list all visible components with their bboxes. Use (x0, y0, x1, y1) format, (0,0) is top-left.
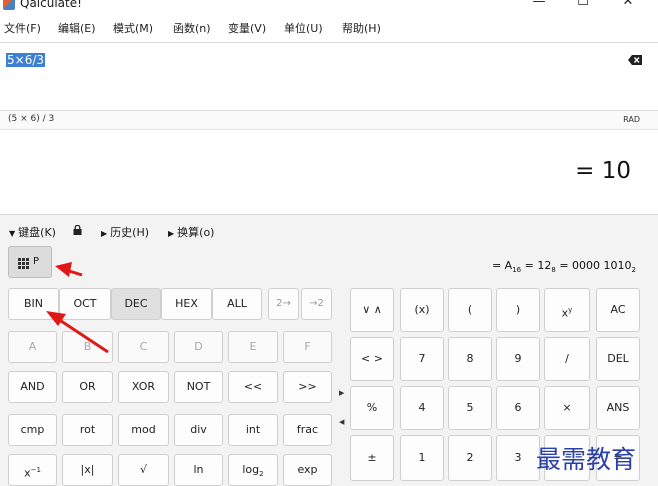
int-button[interactable]: int (228, 414, 278, 446)
digit-2-button[interactable]: 2 (448, 435, 492, 481)
digit-4-button[interactable]: 4 (400, 386, 444, 430)
expression-input[interactable]: 5×6/3 (6, 53, 46, 67)
history-toggle-label: 历史(H) (110, 226, 150, 239)
digit-8-button[interactable]: 8 (448, 337, 492, 381)
mod-button[interactable]: mod (118, 414, 169, 446)
chevron-down-icon: ∨ (362, 303, 371, 316)
triangle-down-icon: ▼ (9, 229, 16, 238)
hex-button[interactable]: HEX (161, 288, 212, 320)
watermark: 最需教育 (536, 445, 637, 474)
all-clear-button[interactable]: AC (596, 288, 640, 332)
log2-button[interactable]: log2 (228, 454, 278, 486)
open-paren-button[interactable]: ( (448, 288, 492, 332)
cursor-nav-button[interactable]: < > (350, 337, 394, 381)
exp-button[interactable]: exp (283, 454, 332, 486)
not-button[interactable]: NOT (174, 371, 223, 403)
chevron-left-icon: < (361, 352, 371, 365)
expression-entry[interactable]: 5×6/3 (0, 42, 658, 112)
base-conversion-readout: = A16 = 128 = 0000 10102 (491, 259, 636, 275)
close-button[interactable]: ✕ (613, 0, 643, 12)
title-bar: Qalculate! — ☐ ✕ (0, 0, 658, 12)
percent-button[interactable]: % (350, 386, 394, 430)
triangle-right-icon: ▶ (101, 229, 108, 238)
expand-left-icon[interactable]: ◀ (339, 418, 344, 426)
maximize-button[interactable]: ☐ (568, 0, 598, 12)
digit-5-button[interactable]: 5 (448, 386, 492, 430)
window-title: Qalculate! (20, 0, 82, 10)
menu-mode[interactable]: 模式(M) (113, 22, 153, 36)
expand-right-icon[interactable]: ▶ (339, 389, 344, 397)
plus-minus-button[interactable]: ± (350, 435, 394, 481)
lock-icon[interactable] (73, 225, 82, 235)
to-binary-button[interactable]: 2→ (268, 288, 299, 320)
divide-button[interactable]: ∕ (544, 337, 590, 381)
parsed-expression: (5 × 6) / 3 (8, 114, 55, 124)
menu-help[interactable]: 帮助(H) (342, 22, 381, 36)
reciprocal-button[interactable]: x−1 (8, 454, 57, 486)
menu-functions[interactable]: 函数(n) (173, 22, 211, 36)
hex-digit-d[interactable]: D (174, 331, 223, 363)
oct-button[interactable]: OCT (59, 288, 111, 320)
from-binary-button[interactable]: →2 (301, 288, 332, 320)
programming-keypad-button[interactable]: P (8, 246, 52, 278)
history-nav-button[interactable]: ∨ ∧ (350, 288, 394, 332)
conversion-toggle[interactable]: ▶ 换算(o) (168, 224, 214, 240)
bin-button[interactable]: BIN (8, 288, 59, 320)
triangle-right-icon: ▶ (168, 229, 175, 238)
multiply-button[interactable]: × (544, 386, 590, 430)
digit-3-button[interactable]: 3 (496, 435, 540, 481)
all-button[interactable]: ALL (212, 288, 262, 320)
cmp-button[interactable]: cmp (8, 414, 57, 446)
or-button[interactable]: OR (62, 371, 113, 403)
ln-button[interactable]: ln (174, 454, 223, 486)
history-toggle[interactable]: ▶ 历史(H) (101, 224, 149, 240)
hex-digit-b[interactable]: B (62, 331, 113, 363)
delete-button[interactable]: DEL (596, 337, 640, 381)
keyboard-toggle-label: 键盘(K) (18, 226, 56, 239)
keypad-grid-icon (18, 258, 29, 269)
backspace-icon[interactable] (628, 55, 642, 65)
digit-1-button[interactable]: 1 (400, 435, 444, 481)
shift-right-button[interactable]: >> (283, 371, 332, 403)
angle-mode-indicator[interactable]: RAD (623, 115, 640, 124)
close-paren-button[interactable]: ) (496, 288, 540, 332)
shift-left-button[interactable]: << (228, 371, 278, 403)
app-icon (3, 0, 15, 10)
dec-button[interactable]: DEC (111, 288, 161, 320)
hex-digit-f[interactable]: F (283, 331, 332, 363)
div-button[interactable]: div (174, 414, 223, 446)
menu-file[interactable]: 文件(F) (4, 22, 41, 36)
rot-button[interactable]: rot (62, 414, 113, 446)
menu-bar: 文件(F) 编辑(E) 模式(M) 函数(n) 变量(V) 单位(U) 帮助(H… (0, 16, 658, 42)
answer-button[interactable]: ANS (596, 386, 640, 430)
digit-6-button[interactable]: 6 (496, 386, 540, 430)
status-bar: (5 × 6) / 3 RAD (0, 110, 658, 130)
power-button[interactable]: xy (544, 288, 590, 332)
menu-variables[interactable]: 变量(V) (228, 22, 266, 36)
minimize-button[interactable]: — (524, 0, 554, 12)
menu-units[interactable]: 单位(U) (284, 22, 323, 36)
hex-digit-e[interactable]: E (228, 331, 278, 363)
chevron-right-icon: > (373, 352, 383, 365)
digit-7-button[interactable]: 7 (400, 337, 444, 381)
conversion-toggle-label: 换算(o) (177, 226, 215, 239)
frac-button[interactable]: frac (283, 414, 332, 446)
chevron-up-icon: ∧ (373, 303, 382, 316)
abs-button[interactable]: |x| (62, 454, 113, 486)
xor-button[interactable]: XOR (118, 371, 169, 403)
ans-x-button[interactable]: (x) (400, 288, 444, 332)
result-area: = 10 (0, 130, 658, 214)
sqrt-button[interactable]: √ (118, 454, 169, 486)
programming-keypad-label: P (33, 256, 40, 267)
digit-9-button[interactable]: 9 (496, 337, 540, 381)
menu-edit[interactable]: 编辑(E) (58, 22, 96, 36)
keyboard-toggle[interactable]: ▼ 键盘(K) (9, 224, 56, 240)
result-value: = 10 (575, 158, 631, 184)
hex-digit-c[interactable]: C (118, 331, 169, 363)
hex-digit-a[interactable]: A (8, 331, 57, 363)
and-button[interactable]: AND (8, 371, 57, 403)
